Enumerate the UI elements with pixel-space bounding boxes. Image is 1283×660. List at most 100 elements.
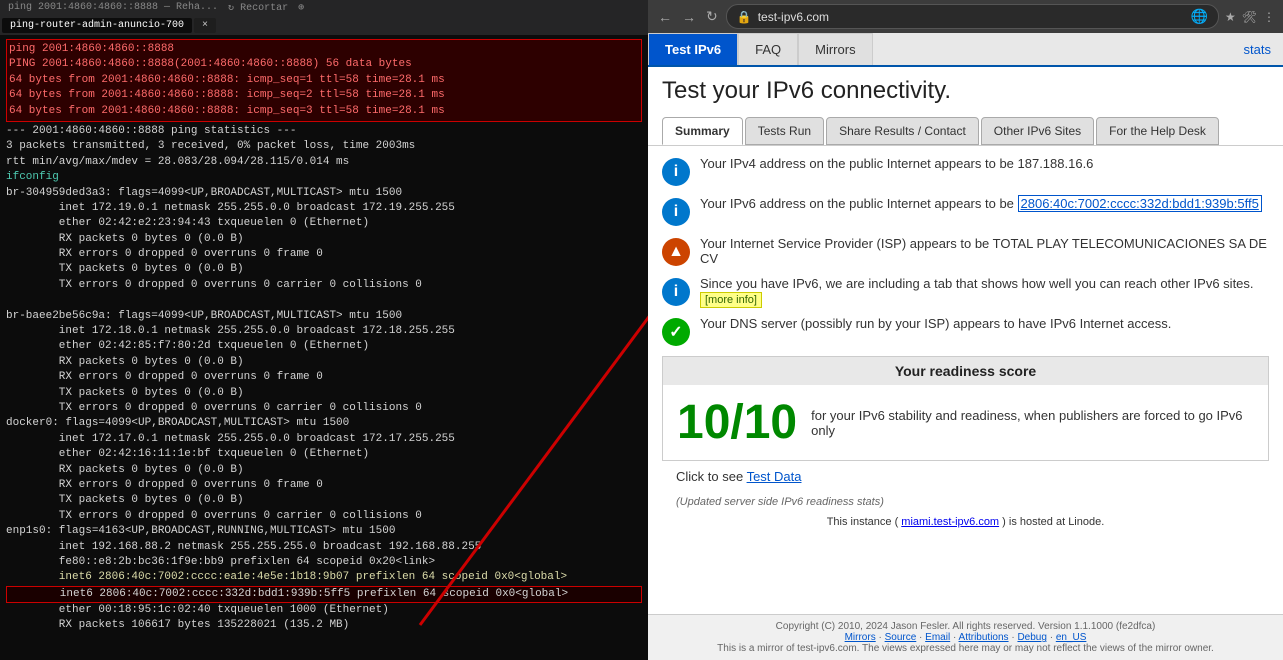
terminal-line: TX packets 0 bytes 0 (0.0 B) bbox=[6, 386, 642, 401]
terminal-line: TX packets 0 bytes 0 (0.0 B) bbox=[6, 493, 642, 508]
terminal-topbar: ping 2001:4860:4860::8888 — Reha... ↻ Re… bbox=[0, 0, 648, 16]
terminal-line: RX errors 0 dropped 0 overruns 0 frame 0 bbox=[6, 370, 642, 385]
terminal-line: br-304959ded3a3: flags=4099<UP,BROADCAST… bbox=[6, 186, 642, 201]
footer-link-debug[interactable]: Debug bbox=[1017, 632, 1046, 643]
url-bar[interactable]: 🔒 test-ipv6.com 🌐 bbox=[726, 4, 1219, 29]
terminal-info: ping 2001:4860:4860::8888 — Reha... bbox=[8, 2, 218, 14]
terminal-line: inet 172.18.0.1 netmask 255.255.0.0 broa… bbox=[6, 324, 642, 339]
more-info-link[interactable]: [more info] bbox=[700, 292, 762, 308]
test-data-link[interactable]: Test Data bbox=[747, 469, 802, 484]
terminal-line: ether 00:18:95:1c:02:40 txqueuelen 1000 … bbox=[6, 603, 642, 618]
footer-link-mirrors[interactable]: Mirrors bbox=[845, 632, 876, 643]
terminal-line: RX errors 0 dropped 0 overruns 0 frame 0 bbox=[6, 478, 642, 493]
test-data-row: Click to see Test Data bbox=[662, 461, 1269, 492]
site-nav-tabs: Test IPv6 FAQ Mirrors stats bbox=[648, 33, 1283, 67]
readiness-section: Your readiness score 10/10 for your IPv6… bbox=[662, 356, 1269, 461]
back-button[interactable]: ← bbox=[656, 7, 674, 27]
page-header: Test your IPv6 connectivity. bbox=[648, 67, 1283, 117]
terminal-line: ping 2001:4860:4860::8888 bbox=[9, 42, 639, 57]
ipv6-text: Your IPv6 address on the public Internet… bbox=[700, 196, 1269, 211]
content-tab-help[interactable]: For the Help Desk bbox=[1096, 117, 1219, 145]
info-icon-ipv6: i bbox=[662, 198, 690, 226]
terminal-tab-1[interactable]: ping-router-admin-anuncio-700 bbox=[2, 18, 192, 33]
content-tab-other[interactable]: Other IPv6 Sites bbox=[981, 117, 1094, 145]
lock-icon: 🔒 bbox=[737, 10, 752, 24]
terminal-line-inet6-2: inet6 2806:40c:7002:cccc:332d:bdd1:939b:… bbox=[6, 586, 642, 603]
info-icon-moreinfo: i bbox=[662, 278, 690, 306]
footer-locale[interactable]: en_US bbox=[1056, 632, 1087, 643]
checkmark-icon-dns: ✓ bbox=[662, 318, 690, 346]
footer-link-source[interactable]: Source bbox=[885, 632, 917, 643]
terminal-line: 3 packets transmitted, 3 received, 0% pa… bbox=[6, 139, 642, 154]
content-tab-tests-run[interactable]: Tests Run bbox=[745, 117, 824, 145]
nav-tab-test-ipv6[interactable]: Test IPv6 bbox=[648, 33, 738, 65]
terminal-line: ifconfig bbox=[6, 170, 642, 185]
terminal-line: TX errors 0 dropped 0 overruns 0 carrier… bbox=[6, 278, 642, 293]
info-icon-ipv4: i bbox=[662, 158, 690, 186]
extension-icon[interactable]: 🛠 bbox=[1242, 10, 1257, 24]
bookmark-icon[interactable]: ★ bbox=[1225, 10, 1236, 24]
test-data-label: Click to see bbox=[676, 469, 747, 484]
page-title: Test your IPv6 connectivity. bbox=[662, 77, 1269, 105]
browser-icon-group: ★ 🛠 ⋮ bbox=[1225, 10, 1275, 24]
ipv6-row: i Your IPv6 address on the public Intern… bbox=[662, 196, 1269, 226]
forward-button[interactable]: → bbox=[680, 7, 698, 27]
terminal-line: ether 02:42:16:11:1e:bf txqueuelen 0 (Et… bbox=[6, 447, 642, 462]
arrow-icon-isp: ▲ bbox=[662, 238, 690, 266]
more-info-text: Since you have IPv6, we are including a … bbox=[700, 276, 1269, 306]
ping-block: ping 2001:4860:4860::8888 PING 2001:4860… bbox=[6, 39, 642, 122]
linode-text-after: ) is hosted at Linode. bbox=[1002, 516, 1104, 528]
terminal-tabs: ping-router-admin-anuncio-700 × bbox=[0, 16, 648, 35]
content-tabs: Summary Tests Run Share Results / Contac… bbox=[648, 117, 1283, 146]
terminal-line: enp1s0: flags=4163<UP,BROADCAST,RUNNING,… bbox=[6, 524, 642, 539]
content-tab-summary[interactable]: Summary bbox=[662, 117, 743, 145]
footer-link-email[interactable]: Email bbox=[925, 632, 950, 643]
terminal-line: inet 192.168.88.2 netmask 255.255.255.0 … bbox=[6, 540, 642, 555]
terminal-line: RX packets 106617 bytes 135228021 (135.2… bbox=[6, 618, 642, 633]
stats-link[interactable]: stats bbox=[1232, 36, 1283, 63]
readiness-header: Your readiness score bbox=[663, 357, 1268, 385]
terminal-line: --- 2001:4860:4860::8888 ping statistics… bbox=[6, 124, 642, 139]
linode-link[interactable]: miami.test-ipv6.com bbox=[901, 516, 999, 528]
footer: Copyright (C) 2010, 2024 Jason Fesler. A… bbox=[648, 614, 1283, 660]
terminal-line: 64 bytes from 2001:4860:4860::8888: icmp… bbox=[9, 104, 639, 119]
linode-text-before: This instance ( bbox=[827, 516, 899, 528]
terminal-line bbox=[6, 293, 642, 308]
terminal-line: RX packets 0 bytes 0 (0.0 B) bbox=[6, 463, 642, 478]
more-info-row: i Since you have IPv6, we are including … bbox=[662, 276, 1269, 306]
terminal-line: fe80::e8:2b:bc36:1f9e:bb9 prefixlen 64 s… bbox=[6, 555, 642, 570]
readiness-body: 10/10 for your IPv6 stability and readin… bbox=[663, 385, 1268, 460]
url-text: test-ipv6.com bbox=[758, 10, 829, 24]
footer-mirror-note: This is a mirror of test-ipv6.com. The v… bbox=[662, 643, 1269, 654]
terminal-line: RX packets 0 bytes 0 (0.0 B) bbox=[6, 232, 642, 247]
browser-chrome: ← → ↻ 🔒 test-ipv6.com 🌐 ★ 🛠 ⋮ bbox=[648, 0, 1283, 33]
terminal-recortar[interactable]: ↻ Recortar bbox=[228, 2, 288, 14]
ipv4-text: Your IPv4 address on the public Internet… bbox=[700, 156, 1269, 171]
content-tab-share[interactable]: Share Results / Contact bbox=[826, 117, 979, 145]
reload-button[interactable]: ↻ bbox=[704, 6, 720, 27]
terminal-line: br-baee2be56c9a: flags=4099<UP,BROADCAST… bbox=[6, 309, 642, 324]
menu-icon[interactable]: ⋮ bbox=[1263, 10, 1275, 24]
translate-icon: 🌐 bbox=[1191, 8, 1208, 25]
terminal-line: 64 bytes from 2001:4860:4860::8888: icmp… bbox=[9, 73, 639, 88]
terminal-line: TX errors 0 dropped 0 overruns 0 carrier… bbox=[6, 509, 642, 524]
ipv6-address: 2806:40c:7002:cccc:332d:bdd1:939b:5ff5 bbox=[1018, 195, 1262, 212]
terminal-output: ping 2001:4860:4860::8888 PING 2001:4860… bbox=[0, 35, 648, 635]
terminal-line: docker0: flags=4099<UP,BROADCAST,MULTICA… bbox=[6, 416, 642, 431]
terminal-capture[interactable]: ⊕ bbox=[298, 2, 304, 14]
nav-tab-mirrors[interactable]: Mirrors bbox=[798, 33, 872, 65]
browser-panel: ← → ↻ 🔒 test-ipv6.com 🌐 ★ 🛠 ⋮ Test IPv6 … bbox=[648, 0, 1283, 660]
nav-tab-faq[interactable]: FAQ bbox=[738, 33, 798, 65]
isp-row: ▲ Your Internet Service Provider (ISP) a… bbox=[662, 236, 1269, 266]
stats-note: (Updated server side IPv6 readiness stat… bbox=[662, 492, 1269, 512]
terminal-line-inet6-1: inet6 2806:40c:7002:cccc:ea1e:4e5e:1b18:… bbox=[6, 570, 642, 585]
terminal-tab-close[interactable]: × bbox=[194, 18, 216, 33]
terminal-line: TX packets 0 bytes 0 (0.0 B) bbox=[6, 262, 642, 277]
ipv6-text-before: Your IPv6 address on the public Internet… bbox=[700, 196, 1018, 211]
footer-link-attributions[interactable]: Attributions bbox=[959, 632, 1009, 643]
dns-row: ✓ Your DNS server (possibly run by your … bbox=[662, 316, 1269, 346]
ipv4-row: i Your IPv4 address on the public Intern… bbox=[662, 156, 1269, 186]
readiness-score: 10/10 bbox=[677, 395, 797, 450]
terminal-line: ether 02:42:e2:23:94:43 txqueuelen 0 (Et… bbox=[6, 216, 642, 231]
readiness-description: for your IPv6 stability and readiness, w… bbox=[811, 408, 1254, 438]
